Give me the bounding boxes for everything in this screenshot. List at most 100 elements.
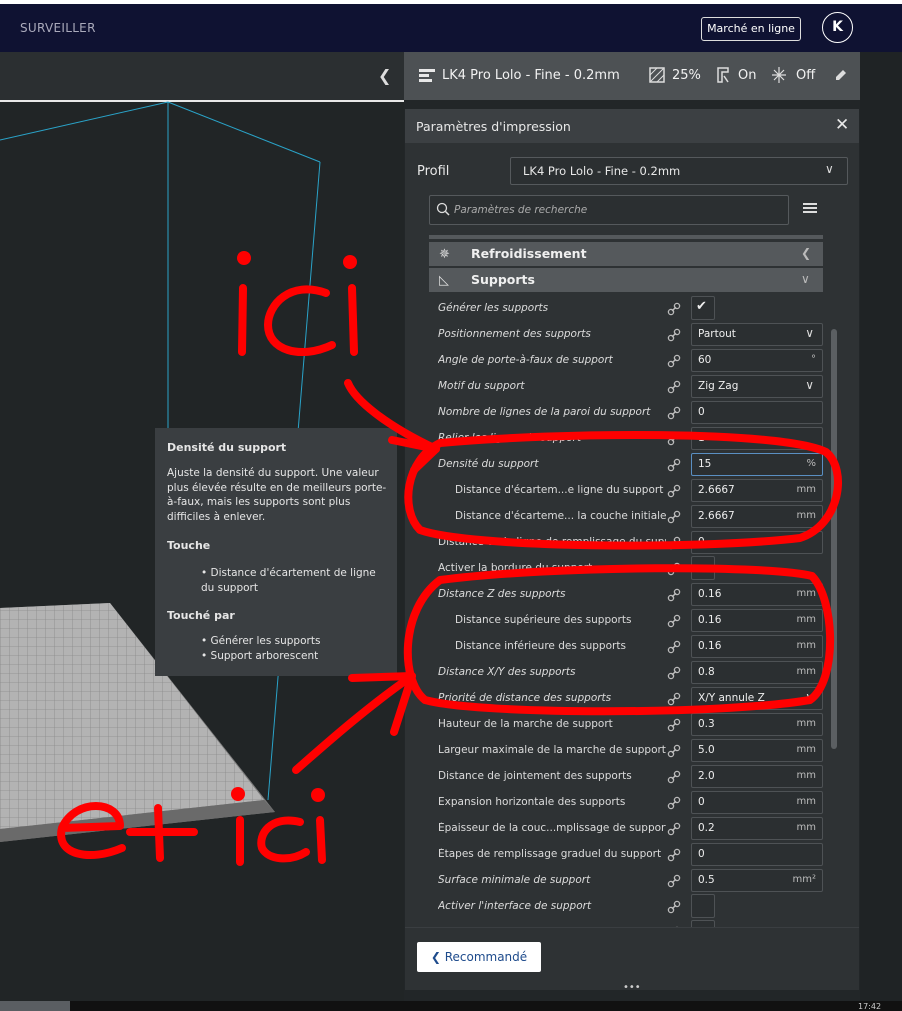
chevron-down-icon: ∨ bbox=[825, 162, 834, 176]
setting-row[interactable]: Distance X/Y des supports 0.8 mm bbox=[405, 659, 859, 685]
setting-row[interactable]: Hauteur de la marche de support 0.3 mm bbox=[405, 711, 859, 737]
setting-select[interactable]: X/Y annule Z ∨ bbox=[691, 687, 823, 710]
setting-input[interactable]: 5.0 mm bbox=[691, 739, 823, 762]
setting-checkbox[interactable]: ✔ bbox=[691, 296, 715, 320]
link-icon[interactable] bbox=[667, 795, 681, 814]
setting-row[interactable]: Activer la bordure du support bbox=[405, 555, 859, 581]
setting-value: 0.8 bbox=[698, 666, 715, 678]
setting-input[interactable]: 0.3 mm bbox=[691, 713, 823, 736]
category-supports[interactable]: ◺ Supports ∨ bbox=[429, 268, 823, 292]
scrollbar[interactable] bbox=[831, 329, 837, 749]
setting-input[interactable]: 1 bbox=[691, 427, 823, 450]
setting-checkbox[interactable] bbox=[691, 894, 715, 918]
infill-icon bbox=[649, 67, 665, 83]
link-icon[interactable] bbox=[667, 665, 681, 684]
setting-row[interactable]: Étapes de remplissage graduel du support… bbox=[405, 841, 859, 867]
hamburger-menu-icon[interactable] bbox=[803, 201, 817, 215]
setting-row[interactable]: Distance supérieure des supports 0.16 mm bbox=[405, 607, 859, 633]
setting-row[interactable]: Nombre de lignes de la paroi du support 0 bbox=[405, 399, 859, 425]
print-settings-panel: Paramètres d'impression ✕ Profil LK4 Pro… bbox=[405, 109, 859, 993]
setting-row[interactable]: Expansion horizontale des supports 0 mm bbox=[405, 789, 859, 815]
setting-input[interactable]: 0.8 mm bbox=[691, 661, 823, 684]
setting-checkbox[interactable] bbox=[691, 556, 715, 580]
avatar[interactable]: K bbox=[822, 12, 853, 43]
setting-input[interactable]: 0.16 mm bbox=[691, 635, 823, 658]
setting-row[interactable]: Épaisseur de la couc...mplissage de supp… bbox=[405, 815, 859, 841]
setting-input[interactable]: 0.5 mm² bbox=[691, 869, 823, 892]
setting-value: 2.0 bbox=[698, 770, 715, 782]
link-icon[interactable] bbox=[667, 743, 681, 762]
link-icon[interactable] bbox=[667, 717, 681, 736]
link-icon[interactable] bbox=[667, 821, 681, 840]
taskbar-item[interactable] bbox=[0, 1001, 70, 1011]
link-icon[interactable] bbox=[667, 535, 681, 554]
setting-unit: mm bbox=[796, 770, 816, 781]
setting-value: X/Y annule Z bbox=[698, 692, 765, 704]
link-icon[interactable] bbox=[667, 405, 681, 424]
setting-row[interactable]: Densité du support 15% bbox=[405, 451, 859, 477]
link-icon[interactable] bbox=[667, 457, 681, 476]
print-setup-header[interactable]: LK4 Pro Lolo - Fine - 0.2mm 25% On Off bbox=[404, 52, 860, 100]
setting-row[interactable]: Distance d'écartem...e ligne du support 2… bbox=[405, 477, 859, 503]
setting-row[interactable]: Surface minimale de support 0.5 mm² bbox=[405, 867, 859, 893]
link-icon[interactable] bbox=[667, 873, 681, 892]
settings-list[interactable]: ✵ Refroidissement ❮ ◺ Supports ∨ Générer… bbox=[405, 235, 859, 935]
chevron-down-icon: ∨ bbox=[805, 326, 814, 340]
link-icon[interactable] bbox=[667, 327, 681, 346]
category-cooling[interactable]: ✵ Refroidissement ❮ bbox=[429, 242, 823, 266]
setting-input[interactable]: 2.6667 mm bbox=[691, 505, 823, 528]
setting-row[interactable]: Relier les lignes de support 1 bbox=[405, 425, 859, 451]
link-icon[interactable] bbox=[667, 561, 681, 580]
setting-row[interactable]: Positionnement des supports Partout ∨ bbox=[405, 321, 859, 347]
link-icon[interactable] bbox=[667, 483, 681, 502]
setting-row[interactable]: Générer les supports ✔ bbox=[405, 295, 859, 321]
link-icon[interactable] bbox=[667, 639, 681, 658]
settings-search[interactable] bbox=[429, 195, 789, 225]
setting-input[interactable]: 0 bbox=[691, 531, 823, 554]
setting-input[interactable]: 60 ° bbox=[691, 349, 823, 372]
close-icon[interactable]: ✕ bbox=[835, 115, 849, 135]
setting-select[interactable]: Zig Zag ∨ bbox=[691, 375, 823, 398]
setting-input[interactable]: 15% bbox=[691, 453, 823, 476]
tab-monitor[interactable]: SURVEILLER bbox=[20, 21, 96, 35]
link-icon[interactable] bbox=[667, 613, 681, 632]
profile-label: Profil bbox=[417, 164, 450, 179]
setting-input[interactable]: 0.2 mm bbox=[691, 817, 823, 840]
setting-input[interactable]: 2.0 mm bbox=[691, 765, 823, 788]
setting-input[interactable]: 0 bbox=[691, 401, 823, 424]
link-icon[interactable] bbox=[667, 431, 681, 450]
setting-input[interactable]: 0 mm bbox=[691, 791, 823, 814]
setting-row[interactable]: Activer l'interface de support bbox=[405, 893, 859, 919]
profile-select[interactable]: LK4 Pro Lolo - Fine - 0.2mm ∨ bbox=[510, 157, 848, 185]
link-icon[interactable] bbox=[667, 353, 681, 372]
setting-input[interactable]: 0 bbox=[691, 843, 823, 866]
setting-select[interactable]: Partout ∨ bbox=[691, 323, 823, 346]
setting-label: Surface minimale de support bbox=[438, 874, 591, 886]
drag-handle-icon[interactable]: ••• bbox=[623, 982, 641, 993]
setting-row[interactable]: Largeur maximale de la marche de support… bbox=[405, 737, 859, 763]
search-input[interactable] bbox=[452, 200, 776, 220]
pencil-icon[interactable] bbox=[834, 68, 848, 82]
setting-row[interactable]: Distance de la ligne de remplissage du s… bbox=[405, 529, 859, 555]
setting-input[interactable]: 0.16 mm bbox=[691, 583, 823, 606]
setting-row[interactable]: Distance de jointement des supports 2.0 mm bbox=[405, 763, 859, 789]
link-icon[interactable] bbox=[667, 769, 681, 788]
link-icon[interactable] bbox=[667, 847, 681, 866]
link-icon[interactable] bbox=[667, 379, 681, 398]
setting-row[interactable]: Distance inférieure des supports 0.16 mm bbox=[405, 633, 859, 659]
setting-row[interactable]: Motif du support Zig Zag ∨ bbox=[405, 373, 859, 399]
setting-row[interactable]: Angle de porte-à-faux de support 60 ° bbox=[405, 347, 859, 373]
link-icon[interactable] bbox=[667, 691, 681, 710]
search-icon bbox=[436, 202, 450, 216]
setting-input[interactable]: 0.16 mm bbox=[691, 609, 823, 632]
setting-input[interactable]: 2.6667 mm bbox=[691, 479, 823, 502]
setting-row[interactable]: Priorité de distance des supports X/Y ann… bbox=[405, 685, 859, 711]
link-icon[interactable] bbox=[667, 899, 681, 918]
setting-row[interactable]: Distance Z des supports 0.16 mm bbox=[405, 581, 859, 607]
recommended-button[interactable]: ❮ Recommandé bbox=[417, 942, 541, 972]
link-icon[interactable] bbox=[667, 587, 681, 606]
setting-row[interactable]: Distance d'écarteme... la couche initial… bbox=[405, 503, 859, 529]
marketplace-button[interactable]: Marché en ligne bbox=[701, 17, 801, 41]
link-icon[interactable] bbox=[667, 509, 681, 528]
link-icon[interactable] bbox=[667, 301, 681, 320]
